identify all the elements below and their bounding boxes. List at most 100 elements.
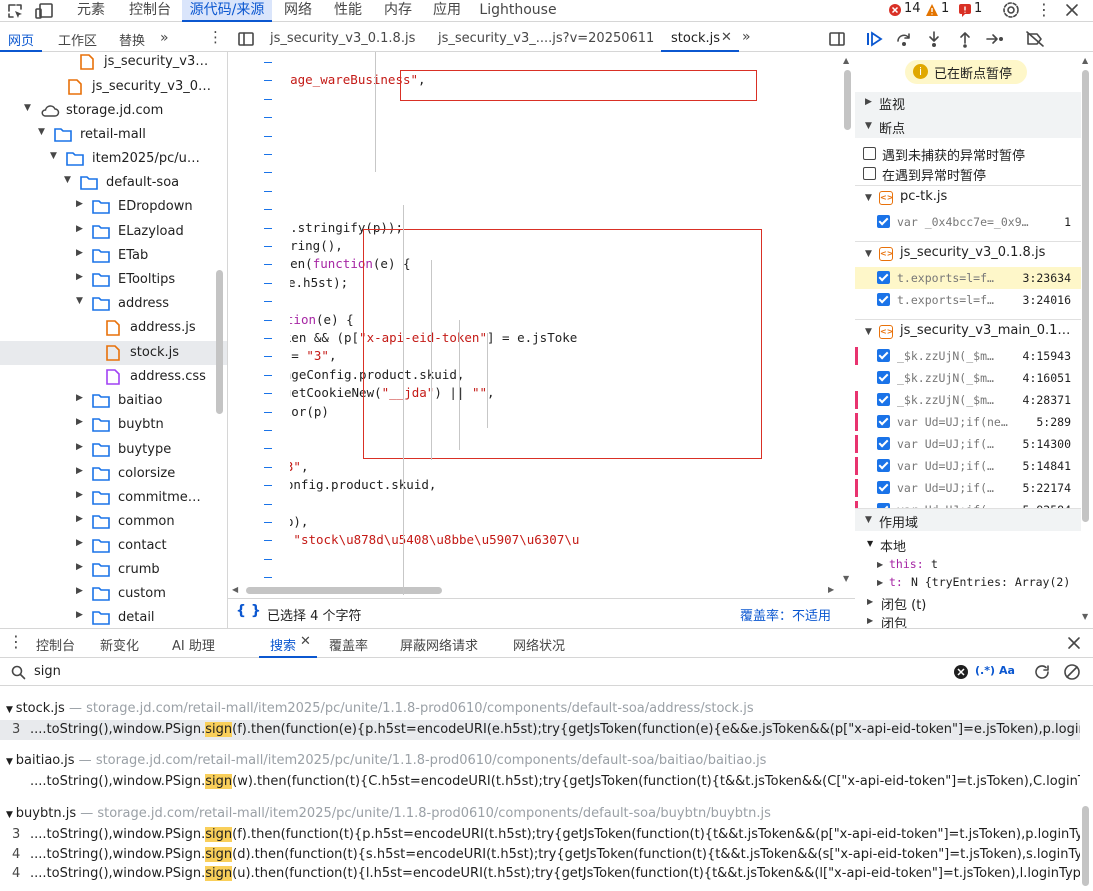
- collapsed-chevron-icon[interactable]: ▶: [867, 616, 873, 625]
- issues-count[interactable]: 1: [974, 1, 982, 16]
- breakpoint-file-name[interactable]: pc-tk.js: [900, 189, 947, 204]
- drawer-tab-5[interactable]: 屏蔽网络请求: [400, 635, 478, 654]
- tree-item[interactable]: ▶ EDropdown: [0, 195, 227, 219]
- breakable-line-marker[interactable]: [264, 227, 272, 229]
- close-tab-icon[interactable]: ✕: [721, 30, 732, 45]
- error-icon[interactable]: [888, 3, 902, 17]
- tree-item[interactable]: stock.js: [0, 341, 227, 365]
- close-search-tab-icon[interactable]: ✕: [300, 634, 311, 649]
- breakpoint-checkbox[interactable]: [877, 349, 890, 362]
- tree-item[interactable]: ▶ buybtn: [0, 413, 227, 437]
- breakpoint-checkbox[interactable]: [877, 271, 890, 284]
- warning-icon[interactable]: [925, 3, 939, 17]
- issues-icon[interactable]: [958, 3, 972, 17]
- coverage-status[interactable]: 覆盖率：不适用: [740, 605, 831, 624]
- tree-item[interactable]: ▶ baitiao: [0, 389, 227, 413]
- tree-item[interactable]: ▶ detail: [0, 606, 227, 628]
- tree-item[interactable]: ▶ custom: [0, 582, 227, 606]
- close-drawer-icon[interactable]: [1066, 635, 1082, 651]
- expanded-chevron-icon[interactable]: ▼: [865, 193, 872, 203]
- breakpoint-checkbox[interactable]: [877, 393, 890, 406]
- breakpoint-item[interactable]: t.exports=l=f… 3:23634: [855, 267, 1081, 289]
- result-line[interactable]: 3 ....toString(),window.PSign.sign(f).the…: [0, 720, 1080, 740]
- panel-tab-0[interactable]: 元素: [62, 0, 120, 22]
- tree-item[interactable]: address.js: [0, 316, 227, 340]
- collapsed-chevron-icon[interactable]: ▶: [76, 610, 86, 622]
- error-count[interactable]: 14: [904, 1, 921, 16]
- breakable-line-marker[interactable]: [264, 577, 272, 579]
- drawer-tab-1[interactable]: 新变化: [100, 635, 139, 654]
- breakpoint-item[interactable]: var Ud=UJ;if(ne… 5:289: [855, 411, 1081, 433]
- pause-caught-checkbox[interactable]: [863, 167, 876, 180]
- expanded-chevron-icon[interactable]: ▼: [6, 705, 16, 715]
- panel-tab-2[interactable]: 源代码/来源: [182, 0, 272, 22]
- drawer-tab-0[interactable]: 控制台: [36, 635, 75, 654]
- breakpoint-item[interactable]: _$k.zzUjN(_$m… 4:28371: [855, 389, 1081, 411]
- expanded-chevron-icon[interactable]: ▼: [38, 127, 48, 139]
- breakpoint-file-name[interactable]: js_security_v3_main_0.1…: [900, 323, 1070, 338]
- collapsed-chevron-icon[interactable]: ▶: [76, 490, 86, 502]
- collapsed-chevron-icon[interactable]: ▶: [865, 97, 872, 107]
- collapsed-chevron-icon[interactable]: ▶: [76, 248, 86, 260]
- breakable-line-marker[interactable]: [264, 209, 272, 211]
- breakable-line-marker[interactable]: [264, 172, 272, 174]
- toggle-navigator-icon[interactable]: [238, 31, 254, 47]
- tab-workspace[interactable]: 工作区: [58, 30, 97, 49]
- breakable-line-marker[interactable]: [264, 62, 272, 63]
- line-gutter[interactable]: [228, 52, 288, 587]
- sidebar-scrollbar[interactable]: ▲ ▼: [1082, 56, 1090, 622]
- breakable-line-marker[interactable]: [264, 98, 272, 100]
- breakpoint-checkbox[interactable]: [877, 415, 890, 428]
- result-file-header[interactable]: ▼ baitiao.js — storage.jd.com/retail-mal…: [6, 753, 766, 768]
- result-line[interactable]: ....toString(),window.PSign.sign(w).then…: [0, 772, 1080, 792]
- panel-tab-4[interactable]: 性能: [327, 0, 369, 22]
- expanded-chevron-icon[interactable]: ▼: [867, 539, 873, 548]
- collapsed-chevron-icon[interactable]: ▶: [76, 417, 86, 429]
- breakable-line-marker[interactable]: [264, 503, 272, 505]
- tree-item[interactable]: ▶ ETab: [0, 244, 227, 268]
- expanded-chevron-icon[interactable]: ▼: [6, 757, 16, 767]
- breakable-line-marker[interactable]: [264, 540, 272, 542]
- breakable-line-marker[interactable]: [264, 246, 272, 247]
- panel-tab-7[interactable]: Lighthouse: [474, 0, 562, 22]
- collapsed-chevron-icon[interactable]: ▶: [867, 597, 873, 606]
- drawer-tab-4[interactable]: 覆盖率: [329, 635, 368, 654]
- breakpoint-checkbox[interactable]: [877, 459, 890, 472]
- panel-tab-5[interactable]: 内存: [377, 0, 419, 22]
- collapsed-chevron-icon[interactable]: ▶: [76, 466, 86, 478]
- tree-item[interactable]: ▼ retail-mall: [0, 123, 227, 147]
- close-devtools-icon[interactable]: [1064, 2, 1080, 18]
- more-tabs-chevron-icon[interactable]: »: [160, 30, 169, 46]
- expanded-chevron-icon[interactable]: ▼: [50, 151, 60, 163]
- collapsed-chevron-icon[interactable]: ▶: [76, 199, 86, 211]
- tree-scrollbar[interactable]: [216, 270, 223, 414]
- breakpoint-item[interactable]: t.exports=l=f… 3:24016: [855, 289, 1081, 311]
- more-editor-tabs-chevron-icon[interactable]: »: [742, 29, 751, 45]
- device-toolbar-icon[interactable]: [34, 2, 54, 20]
- collapsed-chevron-icon[interactable]: ▶: [76, 586, 86, 598]
- breakpoint-item[interactable]: var Ud=UJ;if(… 5:14841: [855, 455, 1081, 477]
- tree-item[interactable]: ▼ default-soa: [0, 171, 227, 195]
- tree-item[interactable]: ▼ address: [0, 292, 227, 316]
- search-input[interactable]: sign: [34, 664, 61, 679]
- expanded-chevron-icon[interactable]: ▼: [76, 296, 86, 308]
- breakable-line-marker[interactable]: [264, 485, 272, 487]
- settings-gear-icon[interactable]: [1002, 1, 1020, 19]
- breakpoints-section-header[interactable]: 断点: [879, 118, 905, 137]
- pretty-print-icon[interactable]: { }: [236, 603, 261, 619]
- step-over-icon[interactable]: [895, 30, 913, 48]
- scope-closure[interactable]: 闭包 (t): [881, 594, 926, 613]
- scope-section-header[interactable]: 作用域: [879, 512, 918, 531]
- breakpoint-item[interactable]: var _0x4bcc7e=_0x9… 1: [855, 211, 1081, 233]
- result-line[interactable]: 4 ....toString(),window.PSign.sign(u).the…: [0, 864, 1080, 884]
- expanded-chevron-icon[interactable]: ▼: [865, 121, 872, 131]
- tab-overrides[interactable]: 替换: [119, 30, 145, 49]
- deactivate-breakpoints-icon[interactable]: [1025, 30, 1045, 48]
- clear-search-icon[interactable]: [953, 664, 969, 680]
- panel-tab-3[interactable]: 网络: [277, 0, 319, 22]
- tree-item[interactable]: ▼ storage.jd.com: [0, 99, 227, 123]
- breakable-line-marker[interactable]: [264, 522, 272, 523]
- breakpoint-item[interactable]: var Ud=UJ;if(… 5:22174: [855, 477, 1081, 499]
- clear-results-icon[interactable]: [1063, 663, 1081, 681]
- drawer-menu-icon[interactable]: ⋮: [8, 632, 24, 651]
